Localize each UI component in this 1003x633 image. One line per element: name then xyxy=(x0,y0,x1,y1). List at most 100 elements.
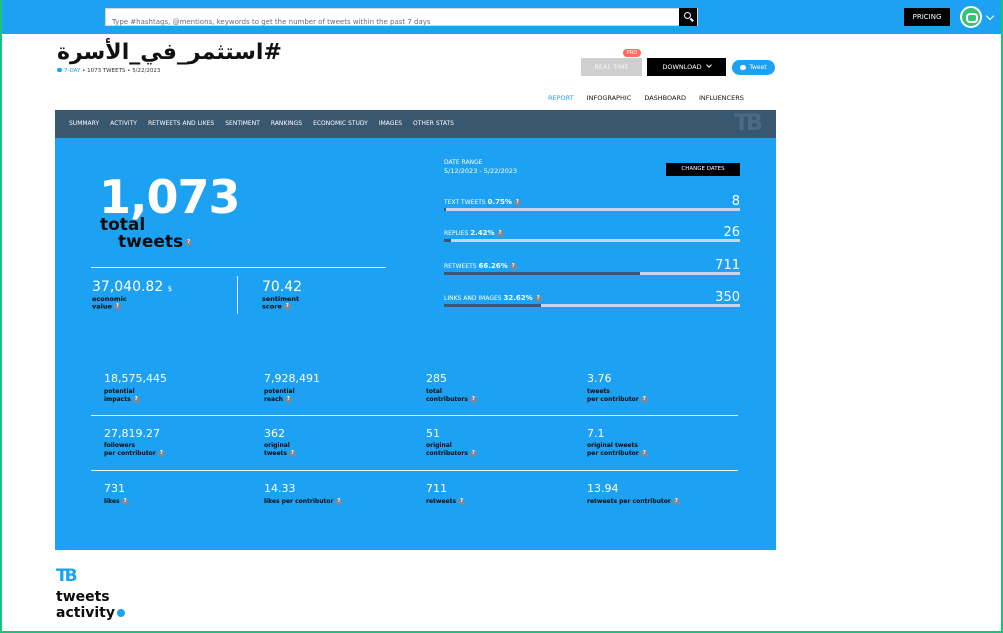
help-icon[interactable]: ? xyxy=(640,395,648,403)
tweet-button[interactable]: Tweet xyxy=(732,60,775,75)
help-icon[interactable]: ? xyxy=(458,498,466,505)
date-range-label: DATE RANGE xyxy=(444,159,483,166)
stat-bar-fill xyxy=(444,272,641,275)
pricing-button[interactable]: PRICING xyxy=(904,8,950,26)
help-icon[interactable]: ? xyxy=(469,395,477,403)
divider xyxy=(237,276,238,314)
nav-images[interactable]: IMAGES xyxy=(379,120,402,127)
help-icon[interactable]: ? xyxy=(335,498,343,505)
original-tweets-per-contributor-label: original tweets per contributor? xyxy=(587,442,648,457)
chevron-down-icon xyxy=(705,62,712,68)
download-label: DOWNLOAD xyxy=(662,63,702,71)
nav-activity[interactable]: ACTIVITY xyxy=(110,120,137,127)
report-meta: 7-DAY • 1073 TWEETS • 5/22/2023 xyxy=(57,68,160,74)
nav-retweets-and-likes[interactable]: RETWEETS AND LIKES xyxy=(148,120,214,127)
likes-per-contributor-label: likes per contributor? xyxy=(264,498,343,506)
original-tweets-label: original tweets? xyxy=(264,442,296,457)
stat-percent: 66.26% xyxy=(478,262,508,270)
potential-reach-label: potential reach? xyxy=(264,388,295,403)
chevron-down-icon[interactable] xyxy=(985,11,995,21)
retweets-per-contributor-value: 13.94 xyxy=(587,482,619,495)
search-icon xyxy=(684,12,691,19)
nav-summary[interactable]: SUMMARY xyxy=(69,120,99,127)
help-icon[interactable]: ? xyxy=(157,449,165,457)
stat-value: 8 xyxy=(731,194,740,209)
economic-label-2: value xyxy=(92,302,112,311)
help-icon[interactable]: ? xyxy=(289,449,296,457)
economic-value-number: 37,040.82 xyxy=(92,279,164,295)
tab-influencers[interactable]: INFLUENCERS xyxy=(699,94,744,106)
total-tweets-label-text: tweets xyxy=(118,232,184,252)
nav-sentiment[interactable]: SENTIMENT xyxy=(225,120,260,127)
help-icon[interactable]: ? xyxy=(283,303,291,310)
retweets-per-contributor-label: retweets per contributor? xyxy=(587,498,680,506)
economic-value: 37,040.82 $ xyxy=(92,279,172,295)
stat-bar xyxy=(444,239,740,242)
tweets-per-contributor-value: 3.76 xyxy=(587,372,612,385)
help-icon[interactable]: ? xyxy=(640,449,648,457)
original-contributors-label: original contributors? xyxy=(426,442,477,457)
followers-per-contributor-label: followers per contributor? xyxy=(104,442,165,457)
help-icon[interactable]: ? xyxy=(509,263,517,270)
summary-panel: 1,073 total tweets? 37,040.82 $ economic… xyxy=(55,138,776,550)
search-input[interactable] xyxy=(106,14,678,30)
retweets-value: 711 xyxy=(426,482,447,495)
view-tabs: REPORT INFOGRAPHIC DASHBOARD INFLUENCERS xyxy=(548,94,744,106)
stat-percent: 2.42% xyxy=(470,229,495,237)
stat-retweets: RETWEETS 66.26%? 711 xyxy=(444,258,740,280)
tweets-per-contributor-label: tweets per contributor? xyxy=(587,388,648,403)
meta-date: 5/22/2023 xyxy=(132,68,161,74)
grid-label-2: per contributor xyxy=(104,449,156,457)
total-contributors-value: 285 xyxy=(426,372,447,385)
nav-rankings[interactable]: RANKINGS xyxy=(271,120,302,127)
help-icon[interactable]: ? xyxy=(284,395,292,403)
nav-other-stats[interactable]: OTHER STATS xyxy=(413,120,454,127)
help-icon[interactable]: ? xyxy=(132,395,140,403)
stat-label-text: RETWEETS xyxy=(444,263,477,270)
retweets-label: retweets? xyxy=(426,498,466,506)
help-icon[interactable]: ? xyxy=(121,498,129,505)
divider xyxy=(91,267,386,268)
tab-report[interactable]: REPORT xyxy=(548,94,574,106)
tab-infographic[interactable]: INFOGRAPHIC xyxy=(587,94,632,106)
search-button[interactable] xyxy=(679,8,697,26)
grid-label-1: followers xyxy=(104,442,136,449)
tweetbinder-logo: TB xyxy=(56,566,77,586)
stat-percent: 0.75% xyxy=(487,198,512,206)
stat-label-text: TEXT TWEETS xyxy=(444,199,486,206)
grid-label-2: tweets xyxy=(264,449,287,457)
tab-dashboard[interactable]: DASHBOARD xyxy=(644,94,686,106)
stat-text-tweets: TEXT TWEETS 0.75%? 8 xyxy=(444,194,740,216)
stat-bar xyxy=(444,208,740,211)
potential-impacts-value: 18,575,445 xyxy=(104,372,167,385)
realtime-button[interactable]: REAL TIME xyxy=(581,58,642,76)
original-tweets-value: 362 xyxy=(264,427,285,440)
help-icon[interactable]: ? xyxy=(513,199,521,206)
pro-badge: PRO xyxy=(623,49,641,57)
help-icon[interactable]: ? xyxy=(469,449,477,457)
date-range-value: 5/12/2023 - 5/22/2023 xyxy=(444,167,518,175)
grid-label-1: potential xyxy=(104,388,135,395)
stat-bar-fill xyxy=(444,239,452,242)
change-dates-button[interactable]: CHANGE DATES xyxy=(666,163,740,176)
page-frame: PRICING #استثمر_في_الأسرة 7-DAY • 1073 T… xyxy=(0,0,1003,633)
help-icon[interactable]: ? xyxy=(496,230,504,237)
grid-label-1: potential xyxy=(264,388,295,395)
twitter-bird-icon xyxy=(740,65,747,70)
grid-label-2: per contributor xyxy=(587,395,639,403)
economic-value-label: economic value? xyxy=(92,296,127,311)
help-icon[interactable] xyxy=(116,609,125,617)
help-icon[interactable]: ? xyxy=(185,238,193,246)
grid-label-2: contributors xyxy=(426,395,468,403)
help-icon[interactable]: ? xyxy=(113,303,121,310)
user-avatar-icon[interactable] xyxy=(960,6,982,28)
original-tweets-per-contributor-value: 7.1 xyxy=(587,427,605,440)
grid-label-1: retweets xyxy=(426,498,457,505)
nav-economic-study[interactable]: ECONOMIC STUDY xyxy=(313,120,368,127)
tweetbinder-logo: TB xyxy=(734,111,763,136)
help-icon[interactable]: ? xyxy=(672,498,680,505)
help-icon[interactable]: ? xyxy=(534,295,542,302)
download-button[interactable]: DOWNLOAD xyxy=(647,58,726,76)
grid-label-1: original xyxy=(264,442,290,449)
grid-label-1: original tweets xyxy=(587,442,638,449)
